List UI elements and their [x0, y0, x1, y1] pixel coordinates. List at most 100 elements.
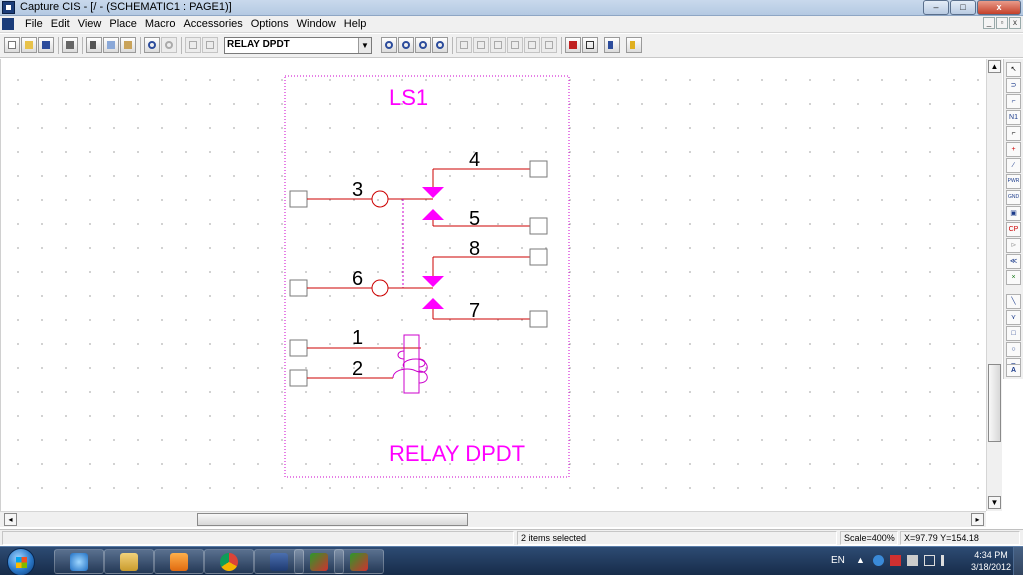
place-bus-icon[interactable]: ⌐	[1006, 126, 1021, 141]
new-icon[interactable]	[4, 37, 20, 53]
display-icon[interactable]	[907, 555, 918, 566]
place-line-icon[interactable]: ╲	[1006, 294, 1021, 309]
place-text-icon[interactable]: A	[1006, 364, 1021, 377]
pin-6-contact	[371, 279, 389, 297]
pin-3-label: 3	[352, 179, 363, 201]
view-icon[interactable]	[202, 37, 218, 53]
menu-accessories[interactable]: Accessories	[180, 17, 247, 30]
contact-arrow-up	[422, 209, 444, 220]
media-player-icon[interactable]	[154, 549, 204, 574]
copy-icon[interactable]	[103, 37, 119, 53]
menu-view[interactable]: View	[75, 17, 107, 30]
menu-bar: File Edit View Place Macro Accessories O…	[0, 16, 1023, 33]
doc-restore-button[interactable]: ▫	[996, 17, 1008, 29]
place-junction-icon[interactable]: +	[1006, 142, 1021, 157]
close-button[interactable]: x	[977, 0, 1021, 15]
network-icon[interactable]	[873, 555, 884, 566]
annotate-icon[interactable]	[456, 37, 472, 53]
zoom-all-icon[interactable]	[432, 37, 448, 53]
chrome-icon[interactable]	[204, 549, 254, 574]
relay-dpdt-part[interactable]: LS1 RELAY DPDT 3 4 5 8 6 7 1 2	[1, 59, 986, 511]
open-icon[interactable]	[21, 37, 37, 53]
menu-file[interactable]: File	[22, 17, 48, 30]
scroll-down-icon[interactable]: ▼	[988, 496, 1001, 509]
capture-cis-icon[interactable]	[334, 549, 384, 574]
vertical-scroll-thumb[interactable]	[988, 364, 1001, 442]
menu-edit[interactable]: Edit	[48, 17, 75, 30]
doc-close-button[interactable]: x	[1009, 17, 1021, 29]
place-polyline-icon[interactable]: ⋎	[1006, 310, 1021, 325]
design-rules-icon[interactable]	[473, 37, 489, 53]
menu-place[interactable]: Place	[106, 17, 142, 30]
place-off-page-connector-icon[interactable]: ≪	[1006, 254, 1021, 269]
bill-of-materials-icon[interactable]	[524, 37, 540, 53]
document-icon[interactable]	[2, 18, 14, 30]
title-bar: Capture CIS - [/ - (SCHEMATIC1 : PAGE1)]…	[0, 0, 1023, 16]
print-icon[interactable]	[62, 37, 78, 53]
menu-items: File Edit View Place Macro Accessories O…	[22, 17, 371, 30]
pin-4-label: 4	[469, 149, 480, 171]
application-window: Capture CIS - [/ - (SCHEMATIC1 : PAGE1)]…	[0, 0, 1023, 575]
start-button[interactable]	[7, 548, 35, 575]
cut-icon[interactable]	[86, 37, 102, 53]
scroll-up-icon[interactable]: ▲	[988, 60, 1001, 73]
place-no-connect-icon[interactable]: ×	[1006, 270, 1021, 285]
part-combo[interactable]: RELAY DPDT ▼	[224, 37, 372, 54]
scroll-right-icon[interactable]: ▸	[971, 513, 984, 526]
place-power-icon[interactable]: PWR	[1006, 174, 1021, 189]
battery-icon[interactable]	[924, 555, 935, 566]
tray-expand-icon[interactable]: ▲	[855, 555, 866, 566]
zoom-out-icon[interactable]	[398, 37, 414, 53]
minimize-button[interactable]: –	[923, 0, 949, 15]
netlist-icon[interactable]	[507, 37, 523, 53]
pin-5-box	[529, 217, 548, 235]
save-icon[interactable]	[38, 37, 54, 53]
windows-explorer-icon[interactable]	[104, 549, 154, 574]
place-hierarchical-block-icon[interactable]: ▣	[1006, 206, 1021, 221]
horizontal-scroll-thumb[interactable]	[197, 513, 468, 526]
paste-icon[interactable]	[120, 37, 136, 53]
place-ground-icon[interactable]: GND	[1006, 190, 1021, 205]
place-hierarchical-port-icon[interactable]: CP	[1006, 222, 1021, 237]
pin-7-label: 7	[469, 300, 480, 322]
schematic-canvas[interactable]: LS1 RELAY DPDT 3 4 5 8 6 7 1 2	[0, 59, 986, 511]
place-part-icon[interactable]: ⊃	[1006, 78, 1021, 93]
netlist-icon[interactable]	[604, 37, 620, 53]
zoom-area-icon[interactable]	[415, 37, 431, 53]
menu-window[interactable]: Window	[294, 17, 341, 30]
show-desktop-button[interactable]	[1013, 547, 1023, 575]
chevron-down-icon[interactable]: ▼	[358, 38, 371, 53]
view-icon[interactable]	[185, 37, 201, 53]
action-center-icon[interactable]	[890, 555, 901, 566]
redo-icon[interactable]	[161, 37, 177, 53]
place-hierarchical-pin-icon[interactable]: ⊳	[1006, 238, 1021, 253]
internet-explorer-icon[interactable]	[54, 549, 104, 574]
place-ellipse-icon[interactable]: ○	[1006, 342, 1021, 357]
project-manager-icon[interactable]	[565, 37, 581, 53]
vertical-scrollbar[interactable]: ▲ ▼	[986, 59, 1002, 511]
place-rectangle-icon[interactable]: □	[1006, 326, 1021, 341]
part-combo-value: RELAY DPDT	[227, 39, 290, 50]
menu-help[interactable]: Help	[341, 17, 372, 30]
place-wire-icon[interactable]: ⌐	[1006, 94, 1021, 109]
maximize-button[interactable]: □	[950, 0, 976, 15]
property-editor-icon[interactable]	[582, 37, 598, 53]
scroll-left-icon[interactable]: ◂	[4, 513, 17, 526]
menu-macro[interactable]: Macro	[142, 17, 181, 30]
select-icon[interactable]: ↖	[1006, 62, 1021, 77]
cross-reference-icon[interactable]	[490, 37, 506, 53]
app-icon[interactable]	[2, 1, 15, 14]
place-bus-entry-icon[interactable]: ∕	[1006, 158, 1021, 173]
snap-grid-icon[interactable]	[541, 37, 557, 53]
language-indicator[interactable]: EN	[831, 555, 845, 566]
coil-winding	[392, 358, 428, 379]
place-net-alias-icon[interactable]: N1	[1006, 110, 1021, 125]
undo-icon[interactable]	[144, 37, 160, 53]
help-icon[interactable]	[626, 37, 642, 53]
volume-icon[interactable]	[941, 555, 952, 566]
doc-minimize-button[interactable]: _	[983, 17, 995, 29]
zoom-in-icon[interactable]	[381, 37, 397, 53]
horizontal-scrollbar[interactable]: ◂ ▸	[0, 511, 986, 527]
taskbar-clock[interactable]: 4:34 PM 3/18/2012	[971, 549, 1011, 573]
menu-options[interactable]: Options	[248, 17, 294, 30]
